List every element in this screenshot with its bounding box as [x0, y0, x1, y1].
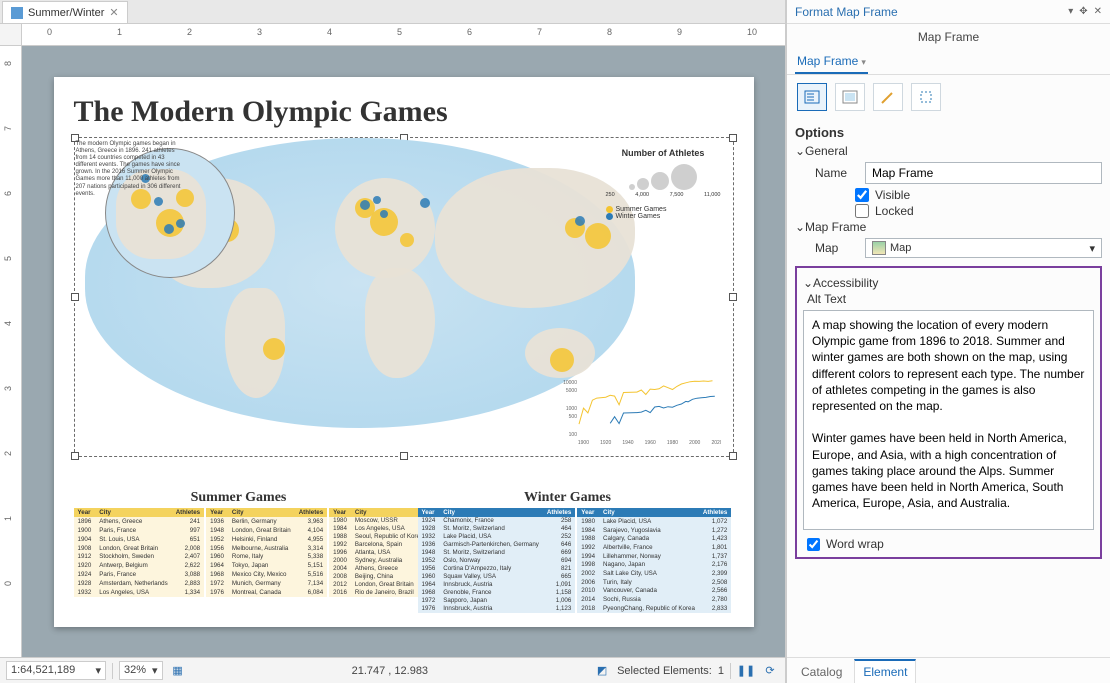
summer-table: Summer Games YearCityAthletes1896Athens,… — [74, 490, 404, 613]
catalog-tab[interactable]: Catalog — [793, 661, 850, 683]
chevron-down-icon: ▾ — [152, 664, 158, 677]
mapframe-group-header[interactable]: ⌄Map Frame — [795, 220, 1102, 234]
visible-checkbox[interactable] — [855, 188, 869, 202]
locked-row[interactable]: Locked — [855, 204, 1102, 218]
ruler-corner — [0, 24, 22, 46]
alt-text-input[interactable] — [803, 310, 1094, 530]
ruler-vertical[interactable]: 876543210 — [0, 46, 22, 657]
ruler-horizontal[interactable]: 012345678910 — [22, 24, 785, 46]
layout-page: The Modern Olympic Games The modern Olym… — [54, 77, 754, 627]
pane-bottom-tabs: Catalog Element — [787, 657, 1110, 683]
cursor-coords: 21.747 , 12.983 — [193, 665, 588, 677]
chevron-down-icon: ▾ — [1089, 242, 1095, 255]
close-icon[interactable]: ✕ — [109, 6, 118, 19]
svg-text:1900: 1900 — [577, 440, 588, 446]
size-position-icon[interactable] — [911, 83, 941, 111]
svg-text:2020: 2020 — [711, 440, 721, 446]
accessibility-group: ⌄Accessibility Alt Text Word wrap — [795, 266, 1102, 559]
svg-text:1920: 1920 — [600, 440, 611, 446]
svg-text:10000: 10000 — [563, 380, 577, 386]
properties-icon[interactable] — [797, 83, 827, 111]
format-subtabs: Map Frame▾ — [787, 50, 1110, 75]
options-scroll[interactable]: Options ⌄General Name Visible Locked ⌄Ma… — [787, 119, 1110, 657]
svg-text:1940: 1940 — [622, 440, 633, 446]
resize-handle[interactable] — [729, 134, 737, 142]
name-input[interactable] — [865, 162, 1102, 184]
layout-view-pane: Summer/Winter ✕ 012345678910 876543210 T… — [0, 0, 786, 683]
accessibility-group-header[interactable]: ⌄Accessibility — [803, 276, 1094, 290]
display-icon[interactable] — [835, 83, 865, 111]
resize-handle[interactable] — [71, 293, 79, 301]
alt-text-label: Alt Text — [807, 292, 1094, 306]
visible-row[interactable]: Visible — [855, 188, 1102, 202]
close-pane-icon[interactable]: ✕ — [1094, 6, 1102, 17]
svg-text:100: 100 — [568, 432, 577, 438]
pane-title: Format Map Frame — [795, 5, 898, 19]
resize-handle[interactable] — [400, 452, 408, 460]
selected-label: Selected Elements: — [617, 665, 712, 677]
map-label: Map — [815, 241, 857, 255]
selection-icon: ◩ — [593, 662, 611, 680]
svg-text:1960: 1960 — [644, 440, 655, 446]
view-tab-bar: Summer/Winter ✕ — [0, 0, 785, 24]
dock-options-icon[interactable]: ▾ — [1068, 6, 1073, 17]
svg-text:5000: 5000 — [565, 387, 576, 393]
svg-text:1000: 1000 — [565, 406, 576, 412]
layout-tab[interactable]: Summer/Winter ✕ — [2, 1, 128, 23]
intro-text: The modern Olympic games began in Athens… — [76, 141, 181, 199]
winter-table: Winter Games YearCityAthletes1924Chamoni… — [418, 490, 718, 613]
legend: Number of Athletes 2504,0007,50011,000 S… — [606, 148, 721, 220]
status-bar: 1:64,521,189▾ 32%▾ ▦ 21.747 , 12.983 ◩ S… — [0, 657, 785, 683]
wordwrap-checkbox[interactable] — [807, 538, 820, 551]
svg-text:1980: 1980 — [666, 440, 677, 446]
layout-canvas[interactable]: The Modern Olympic Games The modern Olym… — [22, 46, 785, 657]
chevron-down-icon: ▾ — [95, 664, 101, 677]
selected-count: 1 — [718, 665, 724, 677]
name-label: Name — [815, 166, 857, 180]
winter-table-title: Winter Games — [418, 490, 718, 506]
svg-text:500: 500 — [568, 413, 577, 419]
layout-icon — [11, 7, 23, 19]
name-row: Name — [815, 162, 1102, 184]
chevron-down-icon[interactable]: ▾ — [861, 57, 866, 67]
pane-title-bar: Format Map Frame ▾ ✥ ✕ — [787, 0, 1110, 24]
resize-handle[interactable] — [71, 452, 79, 460]
map-row: Map Map ▾ — [815, 238, 1102, 258]
zoom-selector[interactable]: 32%▾ — [119, 661, 163, 680]
options-heading: Options — [795, 125, 1102, 140]
summer-table-title: Summer Games — [74, 490, 404, 506]
subtab-mapframe[interactable]: Map Frame▾ — [795, 50, 868, 74]
format-pane: Format Map Frame ▾ ✥ ✕ Map Frame Map Fra… — [786, 0, 1110, 683]
svg-text:2000: 2000 — [689, 440, 700, 446]
locked-checkbox[interactable] — [855, 204, 869, 218]
element-tab[interactable]: Element — [854, 659, 916, 683]
general-group-header[interactable]: ⌄General — [795, 144, 1102, 158]
workspace: 876543210 The Modern Olympic Games The m… — [0, 46, 785, 657]
wordwrap-row[interactable]: Word wrap — [807, 537, 1094, 551]
resize-handle[interactable] — [729, 293, 737, 301]
refresh-icon[interactable]: ⟳ — [761, 662, 779, 680]
resize-handle[interactable] — [729, 452, 737, 460]
ruler-row-top: 012345678910 — [0, 24, 785, 46]
pane-subtitle: Map Frame — [787, 24, 1110, 50]
layout-tab-label: Summer/Winter — [28, 7, 104, 19]
format-tool-icons — [787, 75, 1110, 119]
page-title: The Modern Olympic Games — [74, 95, 734, 129]
tables-area: Summer Games YearCityAthletes1896Athens,… — [74, 490, 734, 613]
athletes-timeline-chart: 1900 1920 1940 1960 1980 2000 2020 100 5001000 5… — [561, 376, 721, 446]
scale-selector[interactable]: 1:64,521,189▾ — [6, 661, 106, 680]
zoom-to-page-icon[interactable]: ▦ — [169, 662, 187, 680]
pause-draw-icon[interactable]: ❚❚ — [737, 662, 755, 680]
map-icon — [872, 241, 886, 255]
pin-icon[interactable]: ✥ — [1079, 6, 1087, 17]
placement-icon[interactable] — [873, 83, 903, 111]
legend-title: Number of Athletes — [606, 148, 721, 158]
map-select[interactable]: Map ▾ — [865, 238, 1102, 258]
